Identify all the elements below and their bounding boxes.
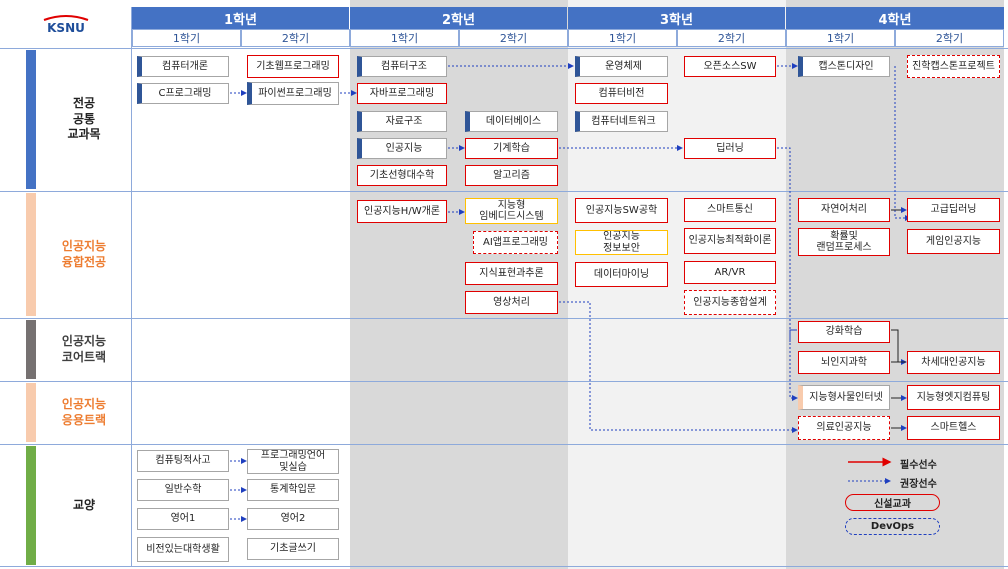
course-box: 컴퓨터비전 [575,83,668,104]
course-box: 게임인공지능 [907,229,1000,254]
course-box: 강화학습 [798,321,890,343]
course-box: 일반수학 [137,479,229,501]
legend-recommended-label: 권장선수 [900,479,937,490]
course-box: 기계학습 [465,138,558,159]
course-box: 자연어처리 [798,198,890,222]
course-box: 기초선형대수학 [357,165,447,186]
course-box: 영어1 [137,508,229,530]
course-box: 지능형사물인터넷 [798,385,890,410]
course-box: 자료구조 [357,111,447,132]
course-box: 영상처리 [465,291,558,314]
course-box: 캡스톤디자인 [798,56,890,77]
course-box: 비전있는대학생활 [137,537,229,562]
course-box: 운영체제 [575,56,668,77]
course-box: C프로그래밍 [137,83,229,104]
course-box: 딥러닝 [684,138,776,159]
course-box: 컴퓨터구조 [357,56,447,77]
course-box: 컴퓨터네트워크 [575,111,668,132]
course-box: 기초웹프로그래밍 [247,55,339,78]
course-box: 오픈소스SW [684,56,776,77]
arrow-ip-to-medical [559,301,798,433]
course-box: 인공지능 [357,138,447,159]
course-box: 인공지능종합설계 [684,290,776,315]
course-box: 인공지능H/W개론 [357,200,447,223]
legend-devops: DevOps [845,518,940,535]
course-box: 확률및 랜덤프로세스 [798,228,890,256]
course-box: 알고리즘 [465,165,558,186]
course-box: 고급딥러닝 [907,198,1000,222]
arrow-rl-to-nextgen [891,329,907,365]
course-box: 파이썬프로그래밍 [247,82,339,105]
course-box: 컴퓨터개론 [137,56,229,77]
course-box: AI앱프로그래밍 [473,231,558,254]
course-box: 의료인공지능 [798,416,890,440]
course-box: 통계학입문 [247,479,339,501]
course-box: 지능형엣지컴퓨팅 [907,385,1000,410]
course-box: 진학캡스톤프로젝트 [907,55,1000,78]
arrow-core-link [789,329,797,342]
legend-required-label: 필수선수 [900,460,937,471]
course-box: 인공지능최적화이론 [684,228,776,254]
course-box: 차세대인공지능 [907,351,1000,374]
arrow-capstone-to-advdl [894,66,911,221]
course-box: 기초글쓰기 [247,538,339,560]
course-box: 데이터마이닝 [575,262,668,287]
course-box: 지능형 임베디드시스템 [465,198,558,224]
arrow-dl-to-iot [777,147,798,401]
course-box: 스마트헬스 [907,416,1000,440]
legend-new-course: 신설교과 [845,494,940,511]
course-box: 뇌인지과학 [798,351,890,374]
course-box: AR/VR [684,261,776,284]
course-box: 데이터베이스 [465,111,558,132]
course-box: 인공지능 정보보안 [575,230,668,255]
course-box: 자바프로그래밍 [357,83,447,104]
course-box: 컴퓨팅적사고 [137,450,229,472]
course-box: 인공지능SW공학 [575,198,668,223]
course-box: 지식표현과추론 [465,262,558,285]
course-box: 영어2 [247,508,339,530]
course-box: 프로그래밍언어 및실습 [247,449,339,474]
course-box: 스마트통신 [684,198,776,222]
